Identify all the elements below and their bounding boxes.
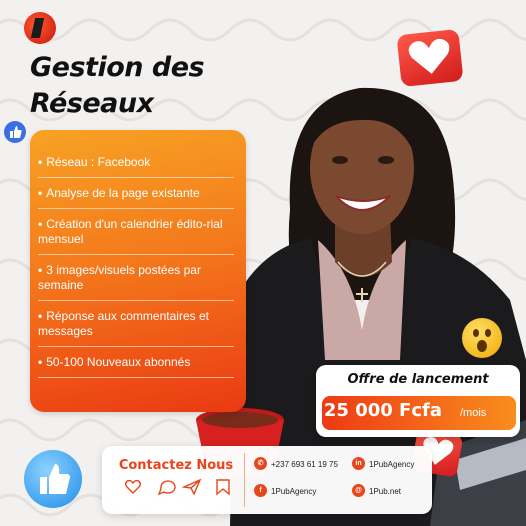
comment-icon bbox=[157, 480, 176, 496]
feature-text: Analyse de la page existante bbox=[46, 186, 200, 200]
features-list: • Réseau : Facebook • Analyse de la page e… bbox=[38, 155, 234, 386]
feature-text: Réseau : Facebook bbox=[46, 155, 151, 169]
price-value: 25 000 Fcfa bbox=[323, 400, 442, 421]
contact-website[interactable]: 1Pub.net bbox=[369, 487, 401, 496]
like-icon bbox=[125, 479, 141, 494]
share-icon bbox=[181, 478, 202, 496]
surprised-emoji-icon bbox=[462, 318, 502, 358]
feature-text: 50-100 Nouveaux abonnés bbox=[46, 355, 191, 369]
heart-icon bbox=[396, 28, 464, 88]
list-item: • 50-100 Nouveaux abonnés bbox=[38, 355, 234, 378]
offer-label: Offre de lancement bbox=[347, 372, 489, 387]
divider bbox=[244, 453, 245, 507]
facebook-icon: f bbox=[254, 484, 267, 497]
contact-linkedin[interactable]: 1PubAgency bbox=[369, 460, 414, 469]
social-actions bbox=[125, 478, 230, 496]
list-item: • Analyse de la page existante bbox=[38, 186, 234, 209]
list-item: • 3 images/visuels postées par semaine bbox=[38, 263, 234, 301]
linkedin-icon: in bbox=[352, 457, 365, 470]
title-line-1: Gestion des bbox=[30, 52, 205, 83]
list-item: • Création d'un calendrier édito-rial men… bbox=[38, 217, 234, 255]
thumbs-up-icon bbox=[4, 121, 26, 143]
contact-title: Contactez Nous bbox=[118, 458, 234, 473]
whatsapp-icon: ✆ bbox=[254, 457, 267, 470]
thumbs-up-icon bbox=[24, 450, 82, 508]
price-period: /mois bbox=[460, 407, 487, 419]
feature-text: Réponse aux commentaires et messages bbox=[38, 309, 209, 338]
contact-facebook[interactable]: 1PubAgency bbox=[271, 487, 316, 496]
title-line-2: Réseaux bbox=[30, 88, 154, 119]
flyer: Gestion des Réseaux • Réseau : Facebook •… bbox=[0, 0, 526, 526]
feature-text: 3 images/visuels postées par semaine bbox=[38, 263, 201, 292]
list-item: • Réponse aux commentaires et messages bbox=[38, 309, 234, 347]
page-title: Gestion des Réseaux bbox=[30, 50, 205, 122]
bookmark-icon bbox=[216, 479, 230, 496]
feature-text: Création d'un calendrier édito-rial mens… bbox=[38, 217, 223, 246]
web-icon: @ bbox=[352, 484, 365, 497]
list-item: • Réseau : Facebook bbox=[38, 155, 234, 178]
contact-phone[interactable]: +237 693 61 19 75 bbox=[271, 460, 338, 469]
